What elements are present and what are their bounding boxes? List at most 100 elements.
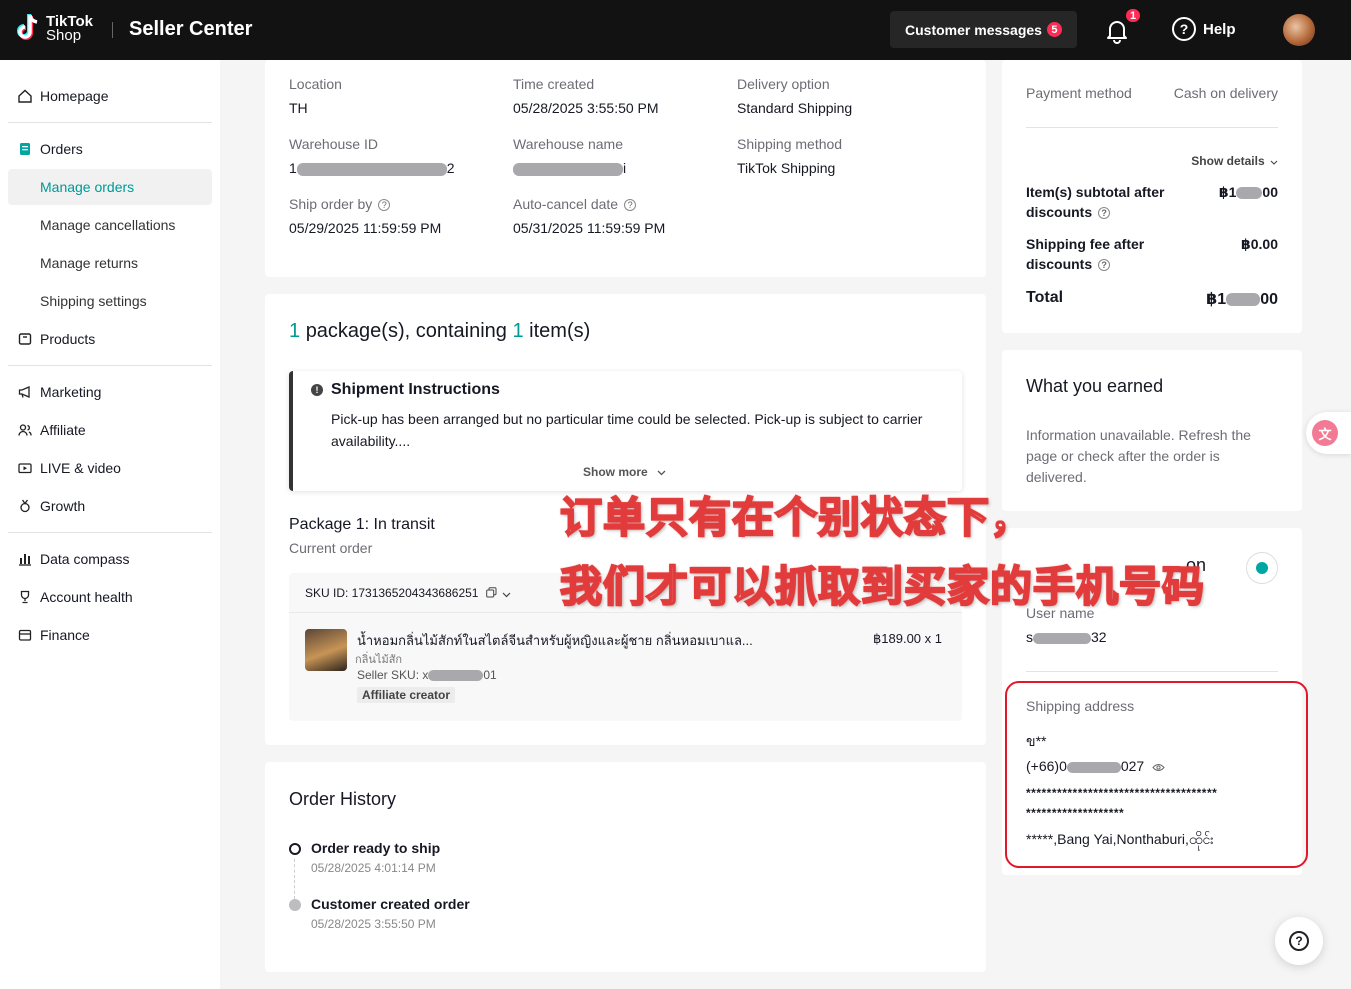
home-icon: [18, 89, 32, 103]
total-suffix: 00: [1260, 291, 1278, 308]
shipping-fee-value: ฿0.00: [1241, 236, 1278, 252]
time-created-label: Time created: [513, 76, 595, 92]
sidebar-item-live-video[interactable]: LIVE & video: [8, 450, 212, 486]
subtotal-label: Item(s) subtotal after discounts: [1026, 184, 1165, 220]
order-info-card: Location TH Time created 05/28/2025 3:55…: [265, 60, 986, 277]
ship-by-label-wrap: Ship order by?: [289, 196, 391, 212]
sidebar-item-manage-orders[interactable]: Manage orders: [8, 169, 212, 205]
shipment-instructions-box: ! Shipment Instructions Pick-up has been…: [289, 371, 962, 491]
redaction-bar: [1226, 293, 1261, 307]
sidebar-item-shipping-settings[interactable]: Shipping settings: [8, 283, 212, 319]
warehouse-id-label: Warehouse ID: [289, 136, 378, 152]
chevron-down-icon[interactable]: [502, 587, 511, 601]
sidebar-item-homepage[interactable]: Homepage: [8, 78, 212, 114]
user-name-prefix: s: [1026, 629, 1033, 645]
sidebar-item-account-health[interactable]: Account health: [8, 579, 212, 615]
sidebar-item-marketing[interactable]: Marketing: [8, 374, 212, 410]
redaction-bar: [1236, 187, 1263, 200]
shipping-method-value: TikTok Shipping: [737, 160, 836, 176]
chat-button[interactable]: [1246, 552, 1278, 584]
sidebar-item-data-compass[interactable]: Data compass: [8, 541, 212, 577]
show-more-button[interactable]: Show more: [583, 465, 666, 479]
annotation-line-1: 订单只有在个别状态下，: [559, 492, 1034, 543]
history-time-2: 05/28/2025 3:55:50 PM: [311, 917, 436, 931]
sku-id: SKU ID: 1731365204343686251: [305, 586, 479, 600]
logo-text: TikTok Shop: [46, 14, 93, 43]
warehouse-name-suffix: i: [623, 160, 627, 176]
user-name-suffix: 32: [1091, 629, 1107, 645]
shipment-instructions-text: Pick-up has been arranged but no particu…: [331, 411, 923, 449]
floating-help-button[interactable]: ?: [1275, 917, 1323, 965]
item-count: 1: [512, 320, 524, 342]
chevron-down-icon: [657, 465, 666, 479]
redaction-bar: [513, 162, 623, 176]
app-title: Seller Center: [129, 18, 253, 40]
divider: [1026, 671, 1278, 672]
help-button[interactable]: ? Help: [1172, 17, 1236, 41]
package-title-end: item(s): [529, 320, 591, 342]
annotation-line-2: 我们才可以抓取到买家的手机号码: [559, 561, 1206, 612]
shipping-fee-label: Shipping fee after discounts: [1026, 236, 1145, 272]
sidebar-item-affiliate[interactable]: Affiliate: [8, 412, 212, 448]
package-title-mid: package(s), containing: [305, 320, 507, 342]
question-icon[interactable]: ?: [624, 199, 637, 212]
shipping-method-label: Shipping method: [737, 136, 843, 152]
subtotal-label-wrap: Item(s) subtotal after discounts?: [1026, 182, 1176, 222]
payment-method-label: Payment method: [1026, 85, 1132, 101]
order-history-title: Order History: [289, 789, 397, 809]
show-details-button[interactable]: Show details: [1191, 154, 1278, 168]
redaction-bar: [1033, 632, 1091, 644]
payment-card: Payment method Cash on delivery Show det…: [1002, 60, 1302, 333]
sidebar-item-manage-cancellations[interactable]: Manage cancellations: [8, 207, 212, 243]
customer-messages-badge: 5: [1046, 22, 1062, 37]
warehouse-id-value: 12: [289, 160, 455, 176]
warehouse-name-label: Warehouse name: [513, 136, 623, 152]
sidebar-item-label: Marketing: [40, 384, 102, 400]
total-prefix: ฿1: [1206, 291, 1227, 308]
subtotal-suffix: 00: [1262, 184, 1278, 200]
sku-id-row: SKU ID: 1731365204343686251: [305, 586, 511, 601]
question-icon[interactable]: ?: [378, 199, 391, 212]
sidebar-item-label: LIVE & video: [40, 460, 121, 476]
question-icon[interactable]: ?: [1098, 207, 1111, 220]
sidebar-item-growth[interactable]: Growth: [8, 488, 212, 524]
megaphone-icon: [18, 385, 32, 399]
redaction-bar: [296, 162, 447, 176]
product-price: ฿189.00 x 1: [873, 631, 942, 646]
shipment-instructions-title: Shipment Instructions: [331, 381, 500, 398]
sidebar-divider: [8, 532, 212, 533]
customer-messages-label: Customer messages: [905, 21, 1042, 38]
sidebar-item-products[interactable]: Products: [8, 321, 212, 357]
history-event-2: Customer created order: [311, 896, 470, 912]
product-name[interactable]: น้ำหอมกลิ่นไม้สักท์ในสไตล์จีนสำหรับผู้หญ…: [357, 630, 797, 651]
tiktok-shop-logo[interactable]: TikTok Shop: [16, 13, 93, 45]
sidebar-item-finance[interactable]: Finance: [8, 617, 212, 653]
history-dot-current: [289, 843, 301, 855]
question-icon[interactable]: ?: [1098, 259, 1111, 272]
auto-cancel-value: 05/31/2025 11:59:59 PM: [513, 220, 666, 236]
auto-cancel-label: Auto-cancel date: [513, 196, 619, 212]
earned-card: What you earned Information unavailable.…: [1002, 350, 1302, 511]
seller-sku-suffix: 01: [483, 668, 497, 682]
package-count: 1: [289, 320, 301, 342]
avatar[interactable]: [1283, 14, 1315, 46]
ship-by-label: Ship order by: [289, 196, 373, 212]
sidebar-item-label: Orders: [40, 141, 83, 157]
redaction-bar: [428, 670, 484, 682]
tiktok-logo-icon: [16, 13, 40, 45]
show-more-label: Show more: [583, 465, 648, 479]
sidebar-item-orders[interactable]: Orders: [8, 131, 212, 167]
translate-button[interactable]: 文: [1306, 412, 1351, 454]
location-value: TH: [289, 100, 308, 116]
question-icon: ?: [1289, 931, 1309, 951]
customer-messages-button[interactable]: Customer messages 5: [890, 11, 1077, 48]
bell-icon[interactable]: [1104, 18, 1130, 44]
product-thumbnail[interactable]: [305, 629, 347, 671]
sidebar-item-manage-returns[interactable]: Manage returns: [8, 245, 212, 281]
help-label: Help: [1203, 20, 1236, 38]
copy-icon[interactable]: [486, 587, 497, 601]
medal-icon: [18, 499, 32, 513]
package-summary-title: 1 package(s), containing 1 item(s): [289, 320, 590, 343]
sidebar-item-label: Finance: [40, 627, 90, 643]
trophy-icon: [18, 590, 32, 604]
